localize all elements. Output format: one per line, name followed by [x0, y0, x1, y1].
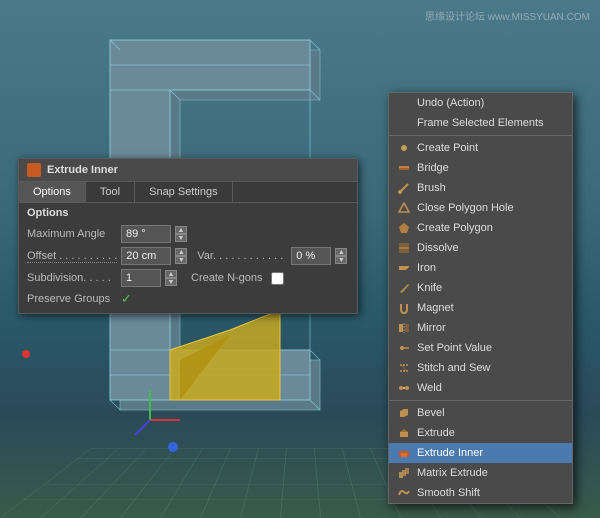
separator-2 — [389, 400, 572, 401]
extrude-inner-panel: Extrude Inner Options Tool Snap Settings… — [18, 158, 358, 314]
menu-item-extrude[interactable]: Extrude — [389, 423, 572, 443]
subdivision-label: Subdivision. . . . . — [27, 272, 117, 284]
knife-icon — [397, 281, 411, 295]
menu-item-weld[interactable]: Weld — [389, 378, 572, 398]
menu-item-stitch-and-sew[interactable]: Stitch and Sew — [389, 358, 572, 378]
menu-item-extrude-inner[interactable]: Extrude Inner — [389, 443, 572, 463]
separator-1 — [389, 135, 572, 136]
tab-options[interactable]: Options — [19, 182, 86, 202]
menu-item-brush[interactable]: Brush — [389, 178, 572, 198]
dissolve-icon — [397, 241, 411, 255]
maximum-angle-label: Maximum Angle — [27, 228, 117, 240]
extrude-icon — [397, 426, 411, 440]
create-ngons-checkbox[interactable] — [271, 272, 284, 285]
context-menu: Undo (Action) Frame Selected Elements Cr… — [388, 92, 573, 504]
close-polygon-hole-icon — [397, 201, 411, 215]
maximum-angle-input[interactable] — [121, 225, 171, 243]
menu-item-bevel[interactable]: Bevel — [389, 403, 572, 423]
offset-spinner[interactable]: ▲ ▼ — [175, 248, 187, 264]
section-options: Options — [19, 203, 357, 223]
offset-label: Offset . . . . . . . . . . — [27, 250, 117, 263]
bevel-icon — [397, 406, 411, 420]
menu-item-create-point[interactable]: Create Point — [389, 138, 572, 158]
weld-icon — [397, 381, 411, 395]
brush-icon — [397, 181, 411, 195]
red-indicator — [22, 350, 30, 358]
row-preserve-groups: Preserve Groups ✓ — [19, 289, 357, 313]
menu-item-undo[interactable]: Undo (Action) — [389, 93, 572, 113]
menu-item-smooth-shift[interactable]: Smooth Shift — [389, 483, 572, 503]
menu-item-close-polygon-hole[interactable]: Close Polygon Hole — [389, 198, 572, 218]
mirror-icon — [397, 321, 411, 335]
bridge-icon — [397, 161, 411, 175]
smooth-shift-icon — [397, 486, 411, 500]
menu-item-frame[interactable]: Frame Selected Elements — [389, 113, 572, 133]
menu-item-bridge[interactable]: Bridge — [389, 158, 572, 178]
menu-item-knife[interactable]: Knife — [389, 278, 572, 298]
stitch-and-sew-icon — [397, 361, 411, 375]
panel-title: Extrude Inner — [47, 164, 118, 176]
panel-titlebar: Extrude Inner — [19, 159, 357, 182]
offset-input[interactable] — [121, 247, 171, 265]
menu-item-create-polygon[interactable]: Create Polygon — [389, 218, 572, 238]
create-ngons-label: Create N-gons — [191, 272, 263, 284]
iron-icon — [397, 261, 411, 275]
matrix-extrude-icon — [397, 466, 411, 480]
blue-indicator — [168, 442, 178, 452]
var-label: Var. . . . . . . . . . . . — [197, 250, 283, 262]
create-polygon-icon — [397, 221, 411, 235]
menu-item-matrix-extrude[interactable]: Matrix Extrude — [389, 463, 572, 483]
row-offset: Offset . . . . . . . . . . ▲ ▼ Var. . . … — [19, 245, 357, 267]
preserve-groups-check: ✓ — [121, 291, 132, 307]
maximum-angle-spinner[interactable]: ▲ ▼ — [175, 226, 187, 242]
menu-item-dissolve[interactable]: Dissolve — [389, 238, 572, 258]
panel-icon — [27, 163, 41, 177]
row-subdivision: Subdivision. . . . . ▲ ▼ Create N-gons — [19, 267, 357, 289]
tab-tool[interactable]: Tool — [86, 182, 135, 202]
frame-icon — [397, 116, 411, 130]
var-spinner[interactable]: ▲ ▼ — [335, 248, 347, 264]
var-input[interactable] — [291, 247, 331, 265]
magnet-icon — [397, 301, 411, 315]
preserve-groups-label: Preserve Groups — [27, 293, 117, 305]
subdivision-input[interactable] — [121, 269, 161, 287]
tab-snap-settings[interactable]: Snap Settings — [135, 182, 233, 202]
undo-icon — [397, 96, 411, 110]
subdivision-spinner[interactable]: ▲ ▼ — [165, 270, 177, 286]
panel-tabs: Options Tool Snap Settings — [19, 182, 357, 203]
menu-item-magnet[interactable]: Magnet — [389, 298, 572, 318]
set-point-value-icon — [397, 341, 411, 355]
menu-item-set-point-value[interactable]: Set Point Value — [389, 338, 572, 358]
create-point-icon — [397, 141, 411, 155]
extrude-inner-icon2 — [397, 446, 411, 460]
watermark: 思缘设计论坛 www.MISSYUAN.COM — [425, 8, 590, 23]
row-maximum-angle: Maximum Angle ▲ ▼ — [19, 223, 357, 245]
menu-item-mirror[interactable]: Mirror — [389, 318, 572, 338]
menu-item-iron[interactable]: Iron — [389, 258, 572, 278]
